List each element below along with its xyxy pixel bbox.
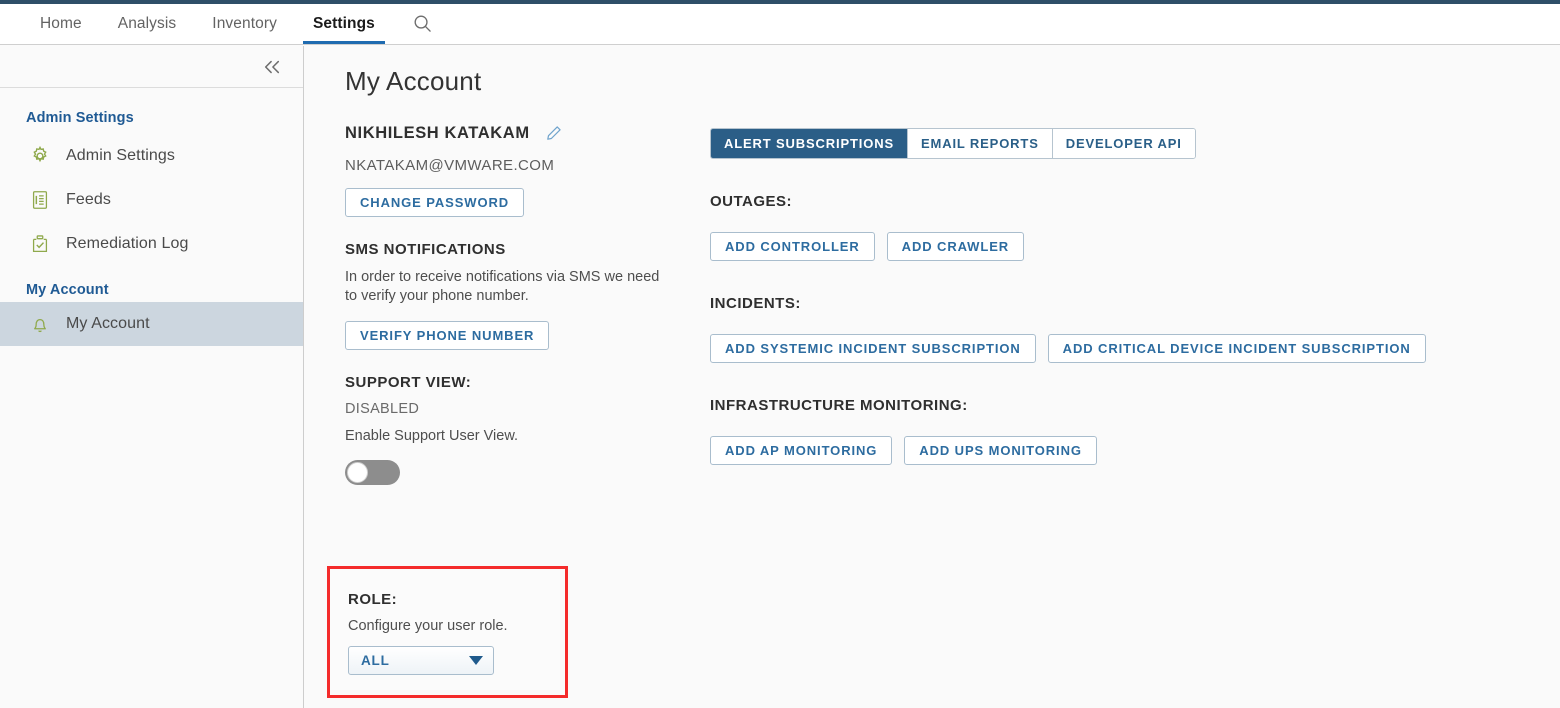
app-root: Home Analysis Inventory Settings Admin S…	[0, 0, 1560, 708]
nav-item-label: Inventory	[212, 14, 277, 32]
caret-down-icon	[469, 656, 483, 665]
user-name-row: NIKHILESH KATAKAM	[345, 124, 675, 143]
support-view-status: DISABLED	[345, 400, 420, 417]
tab-label: EMAIL REPORTS	[921, 136, 1039, 151]
sms-notifications-description: In order to receive notifications via SM…	[345, 269, 660, 305]
role-highlight-box: ROLE: Configure your user role. ALL	[327, 566, 568, 698]
add-ups-monitoring-button[interactable]: ADD UPS MONITORING	[904, 436, 1097, 465]
change-password-wrap: CHANGE PASSWORD	[345, 188, 675, 217]
sidebar-item-label: Remediation Log	[66, 235, 189, 252]
tab-alert-subscriptions[interactable]: ALERT SUBSCRIPTIONS	[711, 129, 907, 158]
tab-developer-api[interactable]: DEVELOPER API	[1051, 129, 1195, 158]
nav-item-home[interactable]: Home	[22, 3, 100, 44]
tab-label: ALERT SUBSCRIPTIONS	[724, 136, 894, 151]
tab-label: DEVELOPER API	[1065, 136, 1182, 151]
sidebar-group-label-admin: Admin Settings	[26, 110, 134, 126]
nav-item-inventory[interactable]: Inventory	[194, 3, 295, 44]
verify-phone-number-button[interactable]: VERIFY PHONE NUMBER	[345, 320, 550, 350]
account-detail-column: NIKHILESH KATAKAM NKATAKAM@VMWARE.COM CH…	[327, 124, 675, 698]
toggle-knob	[347, 461, 368, 483]
add-controller-button[interactable]: ADD CONTROLLER	[710, 232, 875, 261]
top-navigation-bar: Home Analysis Inventory Settings	[0, 4, 1560, 45]
role-heading: ROLE:	[348, 591, 398, 608]
subscriptions-tab-group: ALERT SUBSCRIPTIONS EMAIL REPORTS DEVELO…	[710, 128, 1196, 159]
verify-phone-wrap: VERIFY PHONE NUMBER	[345, 320, 675, 350]
bell-icon	[26, 313, 54, 335]
nav-item-label: Analysis	[117, 14, 177, 32]
role-select[interactable]: ALL	[348, 646, 494, 675]
sidebar-item-label: Feeds	[66, 191, 111, 208]
user-name: NIKHILESH KATAKAM	[345, 124, 530, 142]
search-icon[interactable]	[401, 3, 445, 44]
support-view-heading: SUPPORT VIEW:	[345, 373, 472, 391]
support-view-description: Enable Support User View.	[345, 427, 519, 444]
clipboard-check-icon	[26, 233, 54, 255]
sidebar-item-feeds[interactable]: Feeds	[0, 178, 303, 222]
gear-icon	[26, 145, 54, 167]
user-email: NKATAKAM@VMWARE.COM	[345, 157, 555, 174]
nav-item-analysis[interactable]: Analysis	[100, 3, 195, 44]
support-view-toggle[interactable]	[345, 459, 400, 485]
sidebar-item-label: Admin Settings	[66, 147, 176, 164]
subscriptions-panel: ALERT SUBSCRIPTIONS EMAIL REPORTS DEVELO…	[710, 128, 1530, 465]
sidebar-item-remediation-log[interactable]: Remediation Log	[0, 222, 303, 266]
incidents-heading: INCIDENTS:	[710, 295, 801, 312]
sidebar-group-label-my-account: My Account	[26, 282, 109, 298]
page-title: My Account	[345, 66, 482, 96]
sidebar-item-admin-settings[interactable]: Admin Settings	[0, 134, 303, 178]
pencil-icon[interactable]	[544, 124, 563, 143]
infrastructure-monitoring-heading: INFRASTRUCTURE MONITORING:	[710, 397, 968, 414]
infrastructure-monitoring-button-row: ADD AP MONITORING ADD UPS MONITORING	[710, 436, 1530, 465]
sidebar: Admin Settings Admin Settings Feeds Reme…	[0, 46, 304, 708]
nav-item-label: Settings	[312, 14, 375, 32]
sms-notifications-heading: SMS NOTIFICATIONS	[345, 241, 506, 258]
incidents-button-row: ADD SYSTEMIC INCIDENT SUBSCRIPTION ADD C…	[710, 334, 1530, 363]
nav-items: Home Analysis Inventory Settings	[0, 3, 445, 44]
add-critical-device-incident-subscription-button[interactable]: ADD CRITICAL DEVICE INCIDENT SUBSCRIPTIO…	[1047, 334, 1426, 363]
double-chevron-left-icon[interactable]	[261, 58, 283, 76]
outages-button-row: ADD CONTROLLER ADD CRAWLER	[710, 232, 1530, 261]
outages-heading: OUTAGES:	[710, 193, 793, 210]
sidebar-item-my-account[interactable]: My Account	[0, 302, 303, 346]
sidebar-collapse-bar	[0, 46, 303, 88]
add-systemic-incident-subscription-button[interactable]: ADD SYSTEMIC INCIDENT SUBSCRIPTION	[710, 334, 1036, 363]
add-crawler-button[interactable]: ADD CRAWLER	[886, 232, 1025, 261]
role-description: Configure your user role.	[348, 618, 508, 634]
role-select-value: ALL	[361, 653, 390, 668]
add-ap-monitoring-button[interactable]: ADD AP MONITORING	[710, 436, 893, 465]
tab-email-reports[interactable]: EMAIL REPORTS	[907, 129, 1052, 158]
nav-item-settings[interactable]: Settings	[295, 3, 393, 44]
content-area: My Account NIKHILESH KATAKAM NKATAKAM@VM…	[305, 46, 1560, 708]
nav-item-label: Home	[40, 14, 82, 32]
list-document-icon	[26, 189, 54, 211]
sidebar-item-label: My Account	[66, 315, 150, 332]
change-password-button[interactable]: CHANGE PASSWORD	[345, 188, 525, 217]
